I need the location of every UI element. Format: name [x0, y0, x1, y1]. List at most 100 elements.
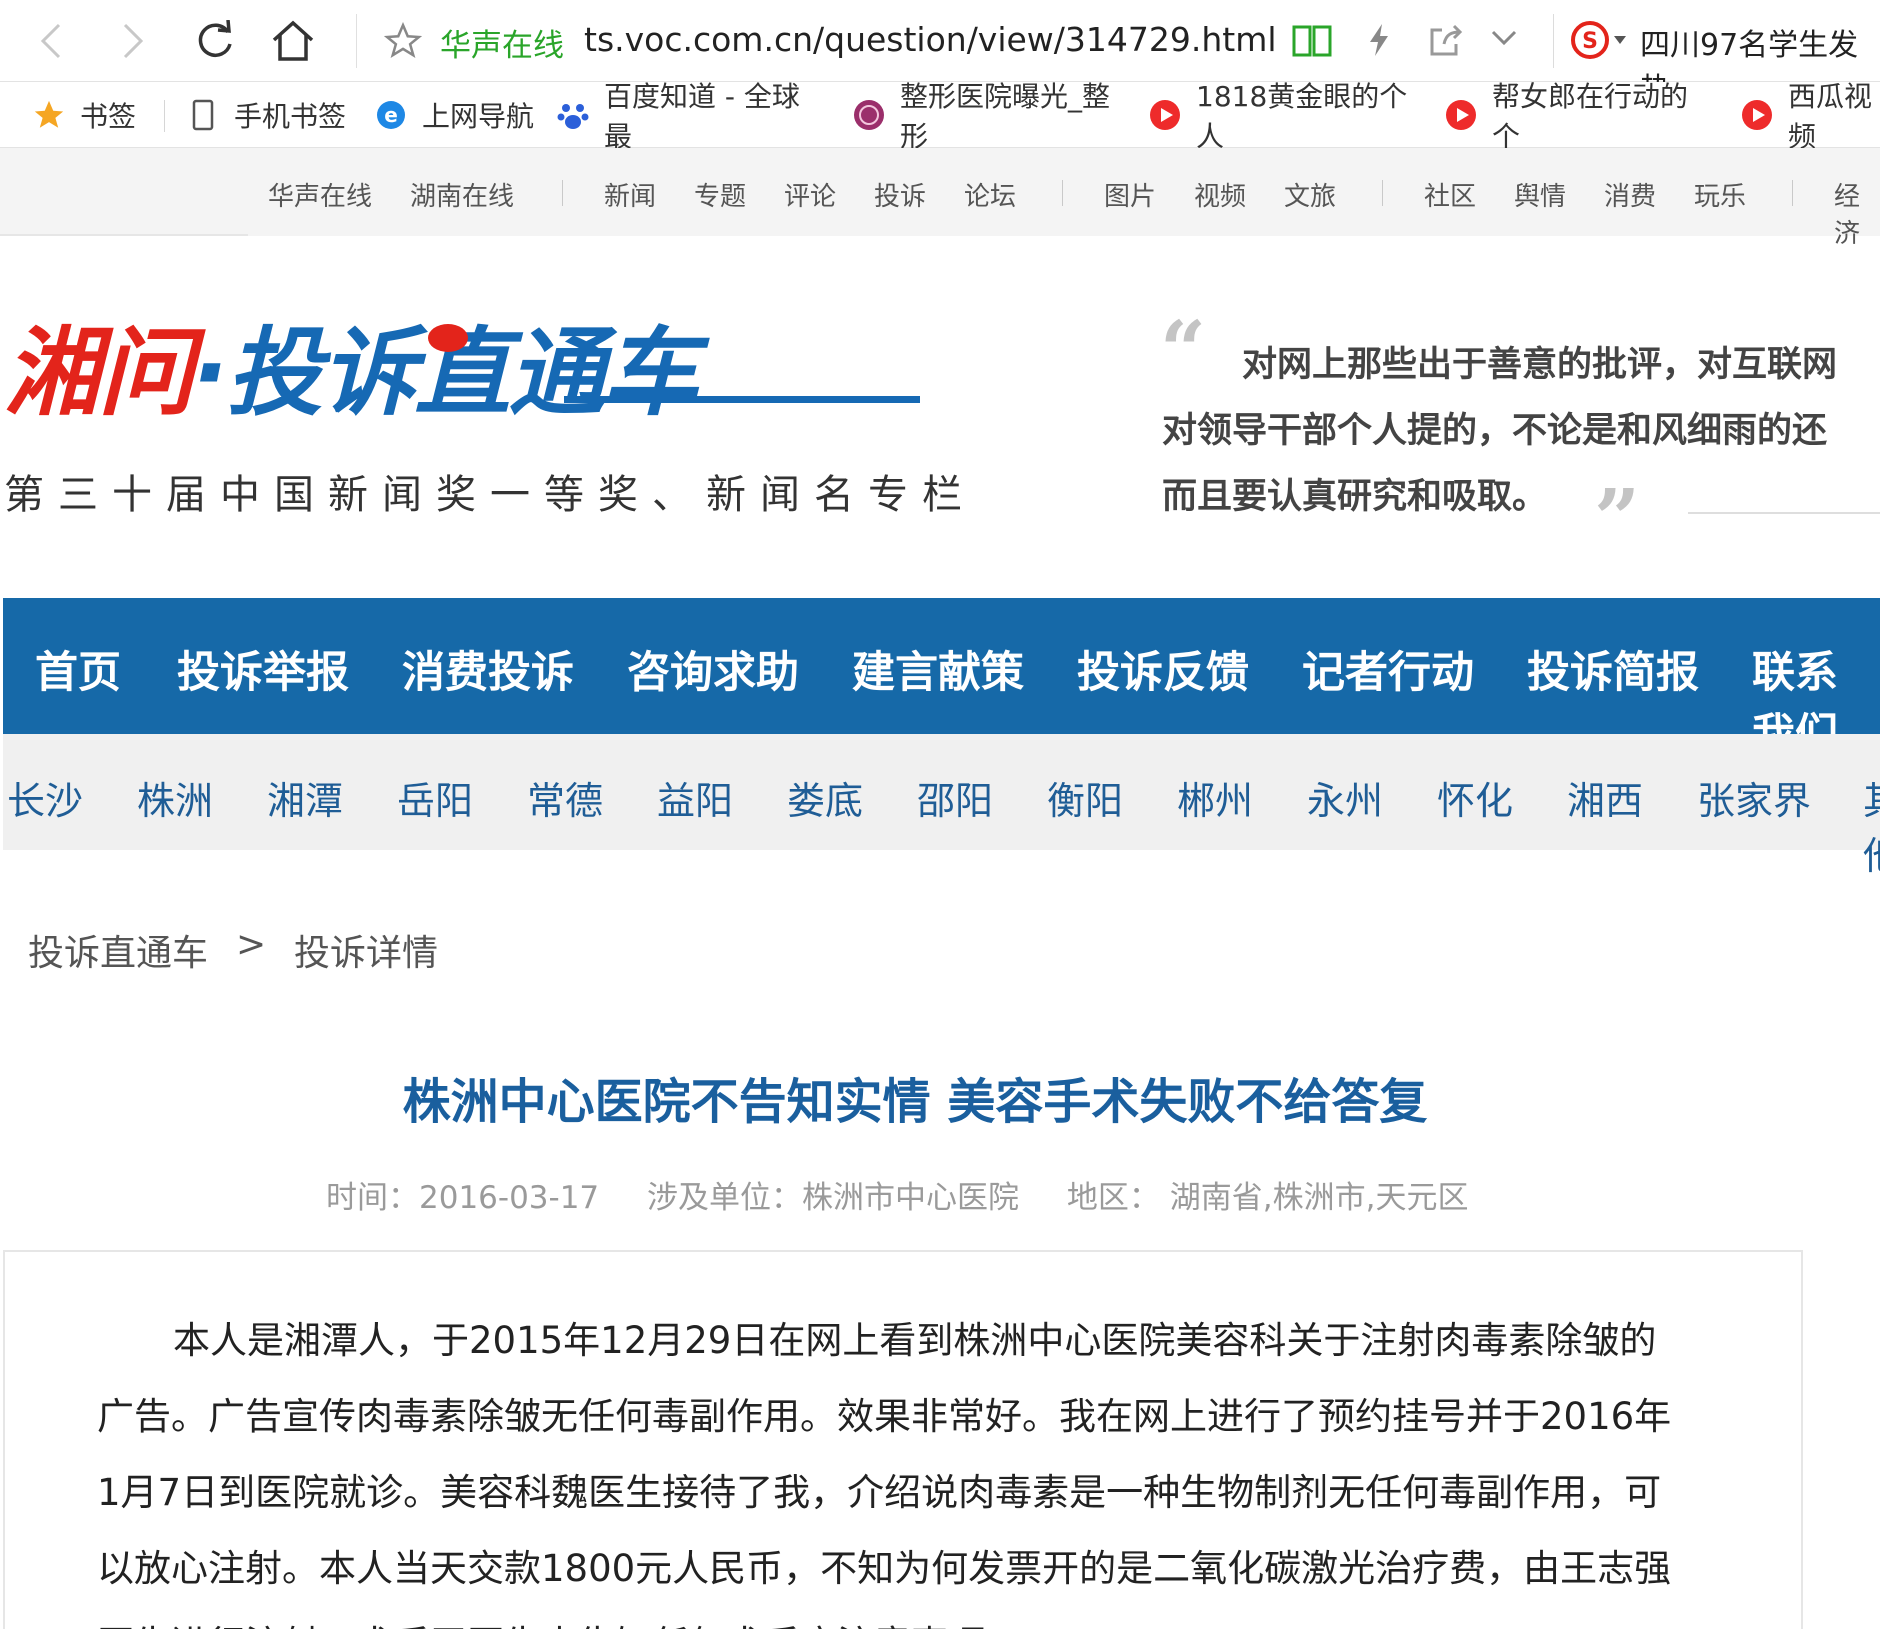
quote-line: 而且要认真研究和吸取。 — [1162, 476, 1548, 517]
toolbar-divider — [1553, 14, 1554, 68]
article-line: 医生进行注射，术后王医生未告知任何术后应注意事项。 — [97, 1614, 1022, 1629]
city-link[interactable]: 郴州 — [1177, 770, 1253, 825]
city-link[interactable]: 湘西 — [1567, 770, 1643, 825]
city-link[interactable]: 株洲 — [137, 770, 213, 825]
bookmark-label: 整形医院曝光_整形 — [900, 80, 1111, 153]
topnav-separator — [1792, 180, 1793, 206]
video-play-icon — [1148, 98, 1182, 132]
bookmark-item[interactable]: 手机书签 — [186, 96, 346, 134]
topnav-link[interactable]: 华声在线 — [268, 176, 372, 213]
home-icon[interactable] — [268, 16, 318, 66]
topnav-separator — [562, 180, 563, 206]
site-top-nav: 华声在线 湖南在线 新闻 专题 评论 投诉 论坛 图片 视频 文旅 社区 舆情 … — [0, 148, 1880, 249]
svg-text:e: e — [384, 103, 398, 127]
bookmark-label: 手机书签 — [234, 100, 347, 133]
bookmark-item[interactable]: 整形医院曝光_整形 — [852, 80, 1122, 153]
city-link[interactable]: 湘潭 — [267, 770, 343, 825]
city-link[interactable]: 衡阳 — [1047, 770, 1123, 825]
url-site-label: 华声在线 — [440, 28, 564, 64]
quote-line: 对网上那些出于善意的批评，对互联网 — [1242, 344, 1838, 385]
topnav-separator — [1062, 180, 1063, 206]
bookmark-item[interactable]: 西瓜视频 — [1740, 80, 1880, 153]
bookmark-item[interactable]: 1818黄金眼的个人 — [1148, 80, 1418, 153]
topnav-link[interactable]: 评论 — [784, 176, 836, 213]
logo-underline — [564, 396, 920, 403]
meta-region: 地区： 湖南省,株洲市,天元区 — [1066, 1180, 1469, 1216]
video-play-icon — [1444, 98, 1478, 132]
browser-toolbar: 华声在线 ts.voc.com.cn/question/view/314729.… — [0, 0, 1880, 107]
city-link[interactable]: 怀化 — [1437, 770, 1513, 825]
topnav-link[interactable]: 舆情 — [1514, 176, 1566, 213]
topnav-link[interactable]: 专题 — [694, 176, 746, 213]
article-line: 以放心注射。本人当天交款1800元人民币，不知为何发票开的是二氧化碳激光治疗费，… — [97, 1547, 1672, 1590]
city-link[interactable]: 岳阳 — [397, 770, 473, 825]
topnav-link[interactable]: 文旅 — [1284, 176, 1336, 213]
breadcrumb-home[interactable]: 投诉直通车 — [28, 924, 208, 976]
main-nav-item[interactable]: 记者行动 — [1302, 638, 1474, 700]
bookmark-item[interactable]: 帮女郎在行动的个 — [1444, 80, 1714, 153]
toolbar-divider — [356, 14, 357, 68]
chevron-down-icon[interactable] — [1490, 28, 1518, 48]
city-link[interactable]: 张家界 — [1697, 770, 1811, 825]
article-title: 株洲中心医院不告知实情 美容手术失败不给答复 — [402, 1074, 1428, 1130]
lightning-icon[interactable] — [1366, 22, 1392, 58]
city-link[interactable]: 益阳 — [657, 770, 733, 825]
bookmark-item[interactable]: 书签 — [32, 96, 136, 134]
article-meta: 时间：2016-03-17 涉及单位：株洲市中心医院 地区： 湖南省,株洲市,天… — [326, 1172, 1506, 1217]
article-line: 1月7日到医院就诊。美容科魏医生接待了我，介绍说肉毒素是一种生物制剂无任何毒副作… — [97, 1471, 1662, 1514]
topnav-link[interactable]: 消费 — [1604, 176, 1656, 213]
topnav-link[interactable]: 投诉 — [874, 176, 926, 213]
speech-bubble-icon — [428, 324, 468, 352]
reload-icon[interactable] — [190, 16, 240, 66]
main-nav: 首页 投诉举报 消费投诉 咨询求助 建言献策 投诉反馈 记者行动 投诉简报 联系… — [3, 598, 1880, 760]
bookmark-label: 帮女郎在行动的个 — [1492, 80, 1689, 153]
main-nav-item[interactable]: 投诉举报 — [177, 638, 349, 700]
topnav-link[interactable]: 湖南在线 — [410, 176, 514, 213]
phone-icon — [186, 98, 220, 132]
bookmark-label: 上网导航 — [422, 100, 535, 133]
city-link[interactable]: 其他 — [1863, 770, 1880, 880]
topnav-link[interactable]: 社区 — [1424, 176, 1476, 213]
main-nav-home[interactable]: 首页 — [35, 638, 121, 700]
main-nav-item[interactable]: 投诉反馈 — [1077, 638, 1249, 700]
bookmark-divider — [164, 100, 165, 132]
main-nav-item[interactable]: 建言献策 — [852, 638, 1024, 700]
sogou-search-icon[interactable]: S — [1570, 20, 1630, 60]
site-logo[interactable]: 湘问·投诉直通车 — [4, 317, 920, 429]
video-play-icon — [1740, 98, 1774, 132]
quote-close-mark: ” — [1594, 471, 1641, 565]
city-link[interactable]: 邵阳 — [917, 770, 993, 825]
topnav-link[interactable]: 论坛 — [964, 176, 1016, 213]
city-link[interactable]: 常德 — [527, 770, 603, 825]
city-link[interactable]: 娄底 — [787, 770, 863, 825]
topnav-link[interactable]: 玩乐 — [1694, 176, 1746, 213]
back-icon[interactable] — [26, 16, 76, 66]
city-link[interactable]: 永州 — [1307, 770, 1383, 825]
forward-icon[interactable] — [108, 16, 158, 66]
share-icon[interactable] — [1428, 24, 1464, 58]
topnav-link[interactable]: 视频 — [1194, 176, 1246, 213]
topnav-link[interactable]: 图片 — [1104, 176, 1156, 213]
topnav-link[interactable]: 经济 — [1834, 176, 1880, 250]
reader-mode-icon[interactable] — [1292, 24, 1332, 58]
city-link[interactable]: 长沙 — [7, 770, 83, 825]
breadcrumb-separator: > — [236, 924, 267, 965]
url-text[interactable]: ts.voc.com.cn/question/view/314729.html — [584, 20, 1277, 59]
bookmark-item[interactable]: e 上网导航 — [374, 96, 534, 134]
quote-open-mark: “ — [1160, 303, 1207, 397]
article-body: 本人是湘潭人，于2015年12月29日在网上看到株洲中心医院美容科关于注射肉毒素… — [3, 1250, 1803, 1629]
logo-dot: · — [192, 317, 228, 429]
badge-icon — [852, 98, 886, 132]
main-nav-item[interactable]: 消费投诉 — [402, 638, 574, 700]
bookmark-item[interactable]: 百度知道 - 全球最 — [556, 80, 824, 153]
article-line: 广告。广告宣传肉毒素除皱无任何毒副作用。效果非常好。我在网上进行了预约挂号并于2… — [97, 1395, 1672, 1438]
bookmark-label: 西瓜视频 — [1788, 80, 1873, 153]
bookmarks-bar: 书签 手机书签 e 上网导航 百度知道 - 全球最 整形医院曝光_整形 1818… — [0, 80, 1880, 153]
star-icon — [32, 98, 66, 132]
topnav-underline — [0, 234, 248, 236]
main-nav-item[interactable]: 投诉简报 — [1527, 638, 1699, 700]
topnav-link[interactable]: 新闻 — [604, 176, 656, 213]
bookmark-star-icon[interactable] — [384, 22, 422, 60]
quote-rule — [1688, 512, 1880, 514]
main-nav-item[interactable]: 咨询求助 — [627, 638, 799, 700]
